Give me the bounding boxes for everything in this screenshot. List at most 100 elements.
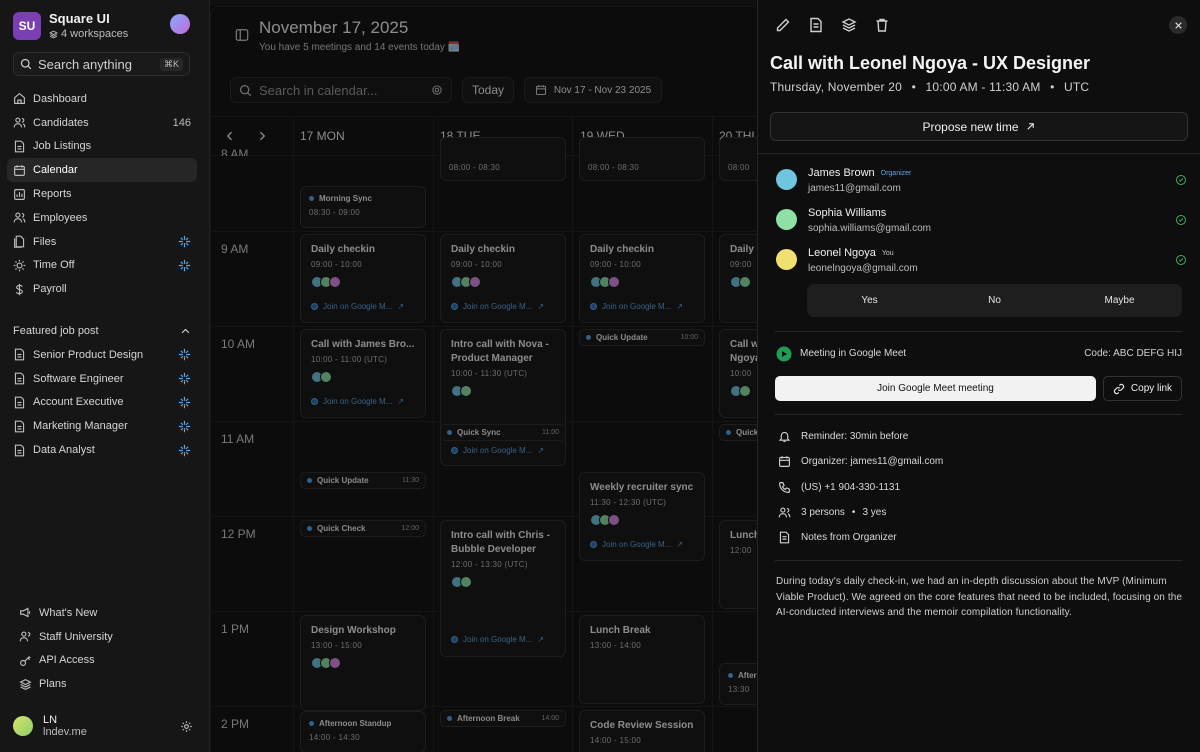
- event-detail-panel: Call with Leonel Ngoya - UX Designer Thu…: [757, 0, 1200, 752]
- arrow-up-right-icon: [1026, 123, 1034, 130]
- organizer-badge: Organizer: [880, 169, 912, 177]
- meeting-code: Code: ABC DEFG HIJ: [1084, 348, 1182, 359]
- divider: [775, 560, 1182, 561]
- join-meeting-button[interactable]: Join Google Meet meeting: [775, 376, 1096, 401]
- chart-icon: [14, 188, 25, 200]
- users-icon: [19, 631, 31, 642]
- sidebar-item-job-listings[interactable]: Job Listings: [7, 135, 197, 159]
- users-icon: [13, 117, 26, 128]
- header-avatar[interactable]: [170, 14, 190, 34]
- bell-icon: [778, 431, 791, 442]
- sparkle-icon: [178, 444, 191, 456]
- file-icon: [14, 372, 25, 385]
- search-input[interactable]: Search anything ⌘K: [13, 52, 190, 76]
- phone-row: (US) +1 904-330-1131: [778, 481, 1178, 494]
- sidebar-item-api-access[interactable]: API Access: [13, 649, 193, 673]
- edit-icon[interactable]: [775, 17, 791, 33]
- file-icon: [14, 140, 25, 153]
- check-circle-icon: [1176, 255, 1186, 265]
- attendee-row[interactable]: Leonel Ngoya You leonelngoya@gmail.com: [776, 247, 1186, 281]
- workspace-count: 4 workspaces: [49, 28, 128, 40]
- sidebar-item-reports[interactable]: Reports: [7, 182, 197, 206]
- candidates-count: 146: [172, 116, 191, 129]
- document-icon[interactable]: [808, 17, 824, 33]
- panel-toolbar: [775, 17, 890, 33]
- user-menu[interactable]: LN lndev.me: [13, 714, 193, 738]
- sidebar-item-whats-new[interactable]: What's New: [13, 601, 193, 625]
- sidebar-item-time-off[interactable]: Time Off: [7, 254, 197, 278]
- avatar: [776, 169, 797, 190]
- calendar-icon: [14, 165, 25, 176]
- featured-item[interactable]: Data Analyst: [7, 438, 197, 462]
- avatar: [776, 249, 797, 270]
- key-icon: [20, 656, 31, 666]
- rsvp-yes-button[interactable]: Yes: [807, 295, 932, 306]
- rsvp-toggle: Yes No Maybe: [807, 284, 1182, 317]
- main-nav: Dashboard Candidates 146 Job Listings Ca…: [7, 87, 197, 301]
- phone-icon: [779, 482, 790, 493]
- chevron-up-icon: [181, 328, 190, 333]
- featured-item[interactable]: Account Executive: [7, 391, 197, 415]
- propose-new-time-button[interactable]: Propose new time: [770, 112, 1188, 141]
- divider: [758, 153, 1200, 154]
- you-badge: You: [881, 249, 894, 257]
- dollar-icon: [15, 283, 23, 295]
- close-button[interactable]: [1169, 16, 1187, 34]
- trash-icon[interactable]: [874, 17, 890, 33]
- sidebar-item-employees[interactable]: Employees: [7, 206, 197, 230]
- sun-icon: [13, 259, 26, 272]
- divider: [775, 331, 1182, 332]
- modal-backdrop[interactable]: [210, 6, 758, 752]
- calendar-icon: [779, 456, 790, 467]
- gear-icon[interactable]: [180, 720, 193, 733]
- avatar: [776, 209, 797, 230]
- sidebar-item-plans[interactable]: Plans: [13, 672, 193, 696]
- bottom-nav: What's New Staff University API Access P…: [13, 601, 193, 696]
- megaphone-icon: [20, 607, 31, 618]
- event-title: Call with Leonel Ngoya - UX Designer: [770, 53, 1091, 73]
- featured-section-header[interactable]: Featured job post: [13, 325, 191, 337]
- user-site: lndev.me: [43, 726, 87, 738]
- organizer-notes: During today's daily check-in, we had an…: [776, 576, 1183, 618]
- workspace-switcher[interactable]: SU Square UI 4 workspaces: [13, 11, 128, 40]
- file-icon: [14, 444, 25, 456]
- file-icon: [14, 420, 25, 433]
- attendee-row[interactable]: Sophia Williams sophia.williams@gmail.co…: [776, 207, 1186, 241]
- divider: [775, 414, 1182, 415]
- layers-icon: [49, 30, 58, 38]
- attendee-row[interactable]: James Brown Organizer james11@gmail.com: [776, 167, 1186, 201]
- reminder-row: Reminder: 30min before: [778, 430, 1178, 443]
- rsvp-no-button[interactable]: No: [932, 295, 1057, 306]
- rsvp-maybe-button[interactable]: Maybe: [1057, 295, 1182, 306]
- featured-item[interactable]: Senior Product Design: [7, 343, 197, 367]
- sidebar-item-payroll[interactable]: Payroll: [7, 277, 197, 301]
- layers-icon: [19, 678, 32, 690]
- sidebar-item-staff-university[interactable]: Staff University: [13, 625, 193, 649]
- sparkle-icon: [178, 235, 191, 248]
- sparkle-icon: [178, 396, 191, 409]
- sidebar-item-calendar[interactable]: Calendar: [7, 158, 197, 183]
- copy-link-button[interactable]: Copy link: [1103, 376, 1182, 401]
- sidebar-item-candidates[interactable]: Candidates 146: [7, 111, 197, 135]
- sparkle-icon: [178, 420, 191, 432]
- google-meet-icon: [776, 346, 792, 361]
- featured-item[interactable]: Software Engineer: [7, 367, 197, 391]
- featured-list: Senior Product Design Software Engineer …: [7, 343, 197, 462]
- workspace-name: Square UI: [49, 11, 110, 26]
- layers-icon[interactable]: [841, 17, 857, 33]
- users-icon: [13, 212, 26, 223]
- check-circle-icon: [1176, 175, 1186, 185]
- featured-item[interactable]: Marketing Manager: [7, 414, 197, 438]
- meeting-info: Meeting in Google Meet Code: ABC DEFG HI…: [776, 345, 1182, 362]
- check-circle-icon: [1176, 215, 1186, 225]
- user-name: LN: [43, 714, 58, 726]
- home-icon: [14, 93, 25, 105]
- link-icon: [1113, 383, 1125, 394]
- sidebar-item-files[interactable]: Files: [7, 230, 197, 254]
- folder-icon: [14, 235, 25, 248]
- organizer-row: Organizer: james11@gmail.com: [778, 455, 1178, 468]
- sidebar-item-dashboard[interactable]: Dashboard: [7, 87, 197, 111]
- event-datetime: Thursday, November 20 • 10:00 AM - 11:30…: [770, 80, 1090, 94]
- workspace-logo: SU: [13, 11, 41, 40]
- sparkle-icon: [178, 259, 191, 272]
